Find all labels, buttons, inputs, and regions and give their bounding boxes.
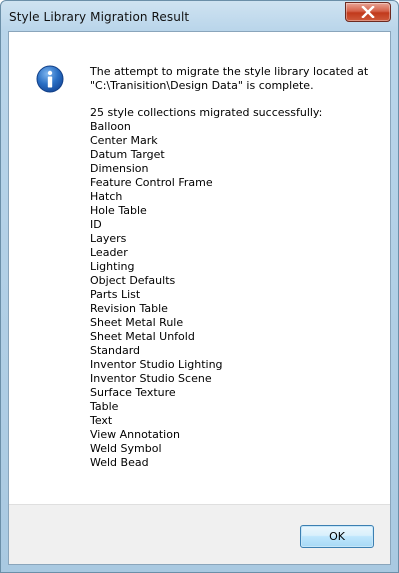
list-item: Datum Target — [90, 148, 165, 161]
message-text: The attempt to migrate the style library… — [90, 65, 380, 470]
list-item: Standard — [90, 344, 141, 357]
list-item: Text — [90, 414, 113, 427]
dialog-window: Style Library Migration Result The attem… — [0, 0, 399, 573]
ok-button[interactable]: OK — [300, 525, 374, 548]
list-item: Hatch — [90, 190, 123, 203]
list-item: Hole Table — [90, 204, 147, 217]
list-item: Surface Texture — [90, 386, 176, 399]
list-item: ID — [90, 218, 102, 231]
message-line-2: "C:\Tranisition\Design Data" is complete… — [90, 79, 314, 92]
list-item: Lighting — [90, 260, 135, 273]
summary-line: 25 style collections migrated successful… — [90, 106, 323, 119]
list-item: Weld Symbol — [90, 442, 162, 455]
list-item: Balloon — [90, 120, 131, 133]
dialog-content: The attempt to migrate the style library… — [8, 31, 391, 565]
title-bar[interactable]: Style Library Migration Result — [1, 1, 398, 35]
list-item: Leader — [90, 246, 128, 259]
list-item: Sheet Metal Rule — [90, 316, 184, 329]
list-item: Parts List — [90, 288, 141, 301]
list-item: Revision Table — [90, 302, 168, 315]
list-item: Table — [90, 400, 119, 413]
list-item: View Annotation — [90, 428, 180, 441]
window-title: Style Library Migration Result — [9, 10, 190, 24]
list-item: Object Defaults — [90, 274, 176, 287]
close-button[interactable] — [345, 2, 391, 22]
info-icon — [36, 65, 64, 93]
list-item: Center Mark — [90, 134, 158, 147]
list-item: Feature Control Frame — [90, 176, 213, 189]
list-item: Layers — [90, 232, 127, 245]
list-item: Inventor Studio Scene — [90, 372, 212, 385]
list-item: Sheet Metal Unfold — [90, 330, 195, 343]
message-line-1: The attempt to migrate the style library… — [90, 65, 369, 78]
collection-list: Balloon Center Mark Datum Target Dimensi… — [90, 120, 380, 470]
button-bar: OK — [9, 504, 390, 564]
list-item: Inventor Studio Lighting — [90, 358, 223, 371]
list-item: Dimension — [90, 162, 149, 175]
list-item: Weld Bead — [90, 456, 149, 469]
close-icon — [361, 6, 375, 18]
